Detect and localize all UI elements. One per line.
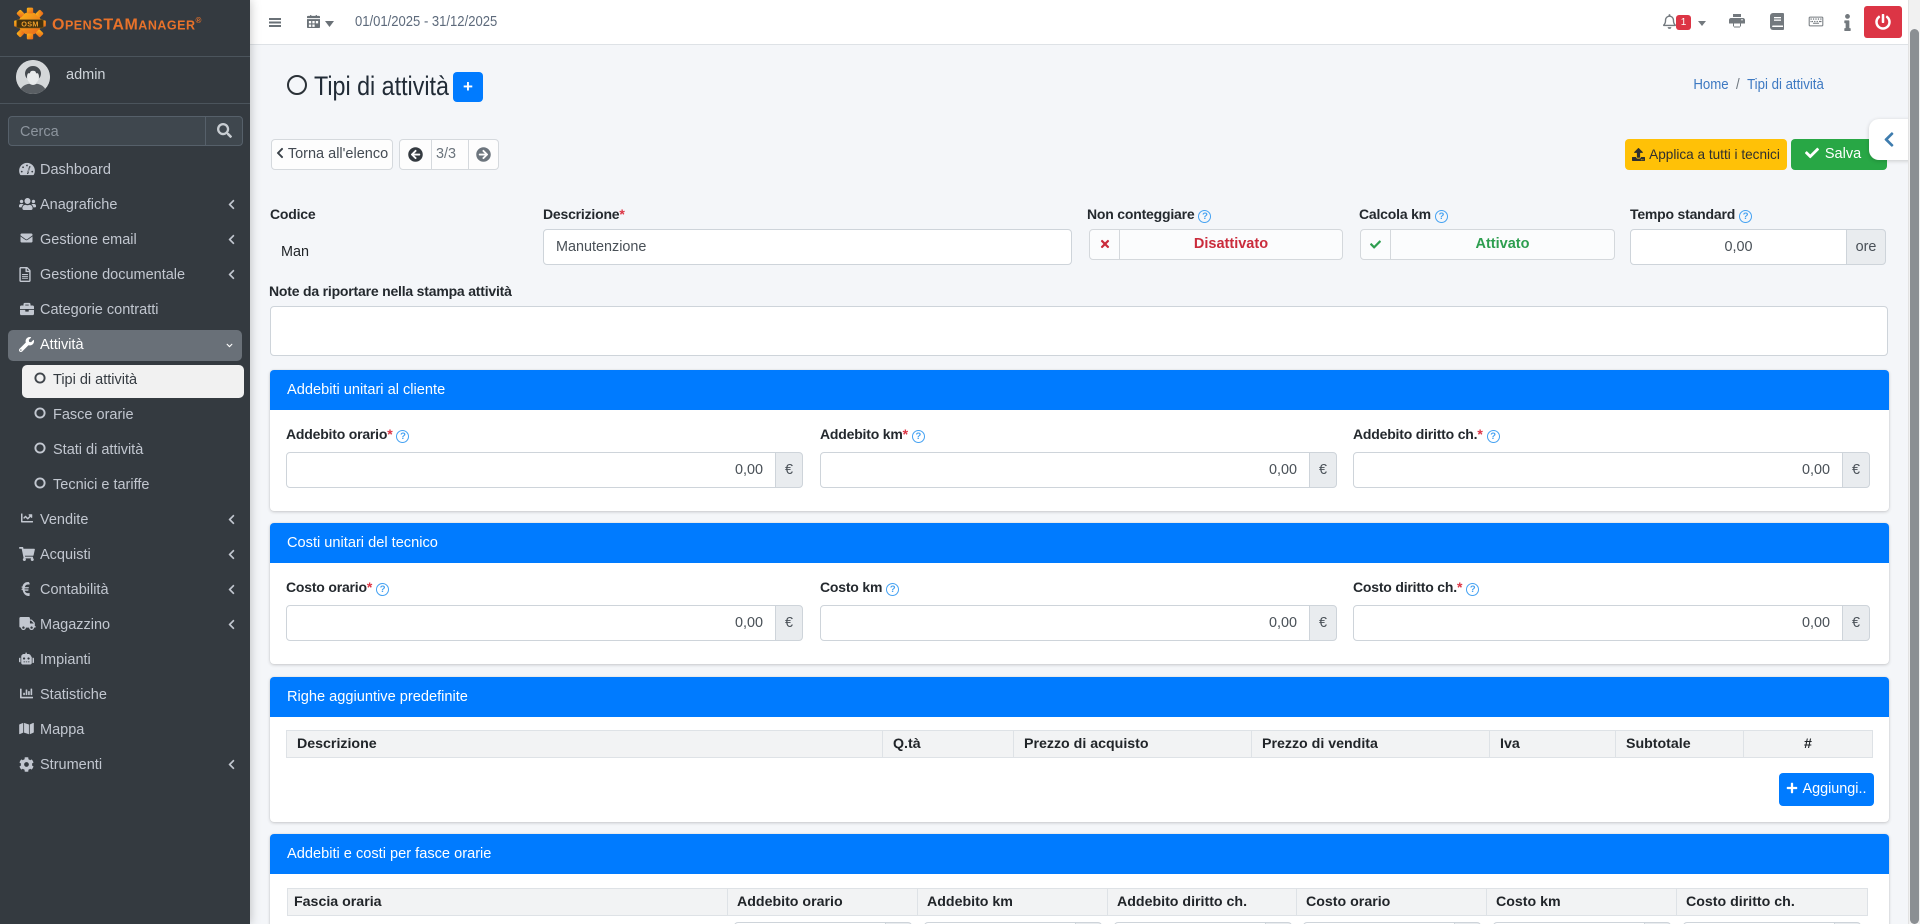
svg-text:OSM: OSM: [21, 19, 39, 28]
